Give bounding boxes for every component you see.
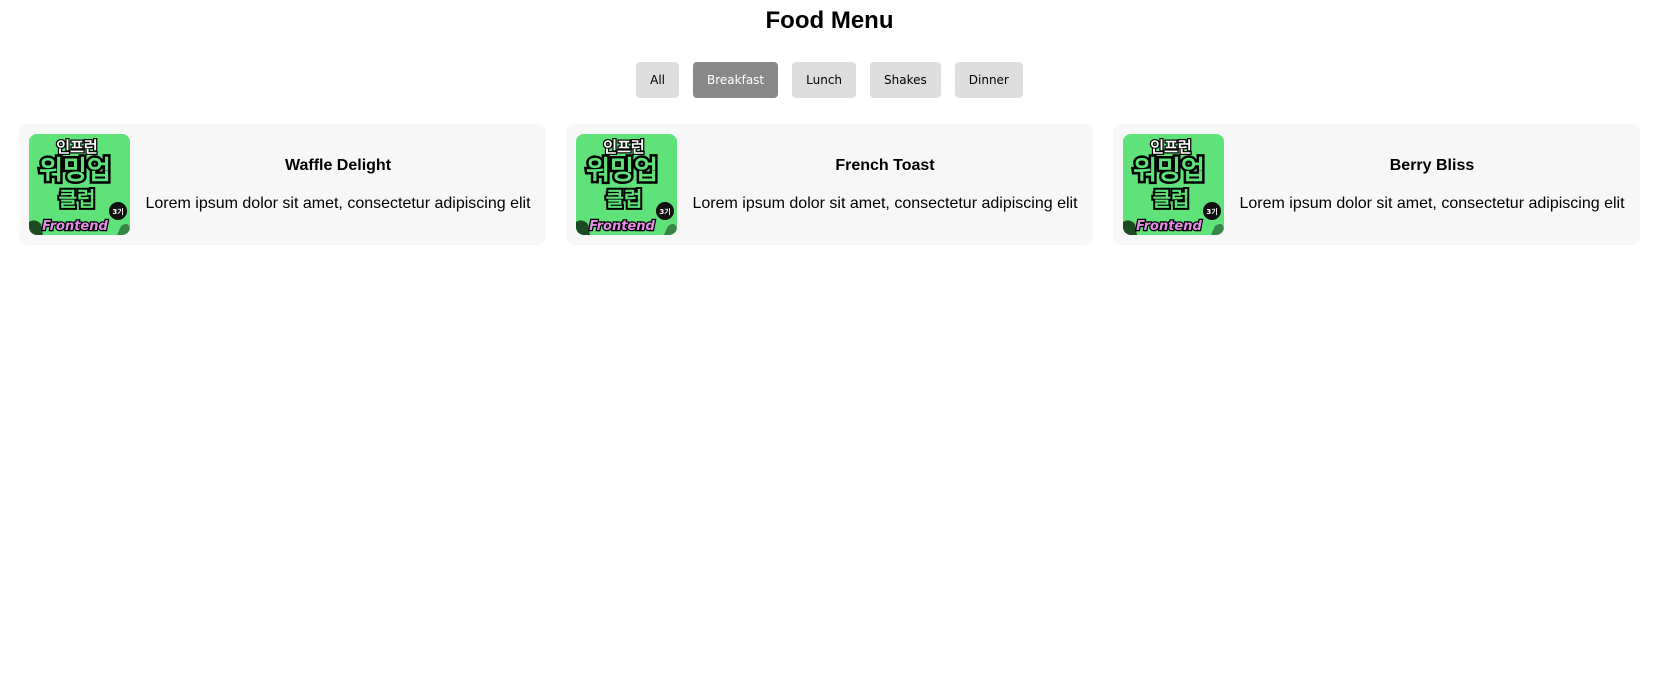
logo-footer-text: Frontend [42,219,108,234]
menu-item-body: Waffle Delight Lorem ipsum dolor sit ame… [130,157,536,213]
logo-sub-text: 클럽 [59,187,96,211]
logo-footer-text: Frontend [589,219,655,234]
menu-item-card: 인프런 워밍업 클럽 3기 Frontend Berry Bliss Lorem… [1113,124,1640,245]
page: Food Menu All Breakfast Lunch Shakes Din… [0,0,1659,682]
filter-button-lunch[interactable]: Lunch [792,62,857,98]
logo-badge-text: 3기 [659,207,670,216]
logo-main-text: 워밍업 [1133,156,1205,186]
page-title: Food Menu [765,7,894,34]
filter-button-all[interactable]: All [636,62,680,98]
warming-up-club-logo: 인프런 워밍업 클럽 3기 Frontend [576,134,677,235]
warming-up-club-logo: 인프런 워밍업 클럽 3기 Frontend [29,134,130,235]
logo-top-text: 인프런 [1150,138,1191,156]
menu-item-image: 인프런 워밍업 클럽 3기 Frontend [1123,134,1224,235]
menu-item-list: 인프런 워밍업 클럽 3기 Frontend Waffle Delight Lo… [19,124,1641,245]
logo-footer-text: Frontend [1136,219,1202,234]
menu-item-card: 인프런 워밍업 클럽 3기 Frontend French Toast Lore… [566,124,1093,245]
menu-item-image: 인프런 워밍업 클럽 3기 Frontend [29,134,130,235]
menu-item-body: Berry Bliss Lorem ipsum dolor sit amet, … [1224,157,1630,213]
menu-item-name: Waffle Delight [284,156,392,174]
menu-item-name: Berry Bliss [1389,156,1475,174]
menu-item-description: Lorem ipsum dolor sit amet, consectetur … [145,194,531,212]
logo-top-text: 인프런 [603,138,644,156]
logo-badge-text: 3기 [1206,207,1217,216]
menu-item-card: 인프런 워밍업 클럽 3기 Frontend Waffle Delight Lo… [19,124,546,245]
filter-button-dinner[interactable]: Dinner [954,62,1023,98]
filter-button-shakes[interactable]: Shakes [870,62,941,98]
menu-item-description: Lorem ipsum dolor sit amet, consectetur … [1239,194,1625,212]
logo-top-text: 인프런 [56,138,97,156]
logo-sub-text: 클럽 [606,187,643,211]
menu-item-name: French Toast [835,156,935,174]
menu-item-body: French Toast Lorem ipsum dolor sit amet,… [677,157,1083,213]
logo-main-text: 워밍업 [39,156,111,186]
logo-sub-text: 클럽 [1153,187,1190,211]
category-filter-bar: All Breakfast Lunch Shakes Dinner [0,62,1659,98]
filter-button-breakfast[interactable]: Breakfast [693,62,779,98]
logo-badge-text: 3기 [112,207,123,216]
logo-main-text: 워밍업 [586,156,658,186]
menu-item-image: 인프런 워밍업 클럽 3기 Frontend [576,134,677,235]
warming-up-club-logo: 인프런 워밍업 클럽 3기 Frontend [1123,134,1224,235]
menu-item-description: Lorem ipsum dolor sit amet, consectetur … [692,194,1078,212]
